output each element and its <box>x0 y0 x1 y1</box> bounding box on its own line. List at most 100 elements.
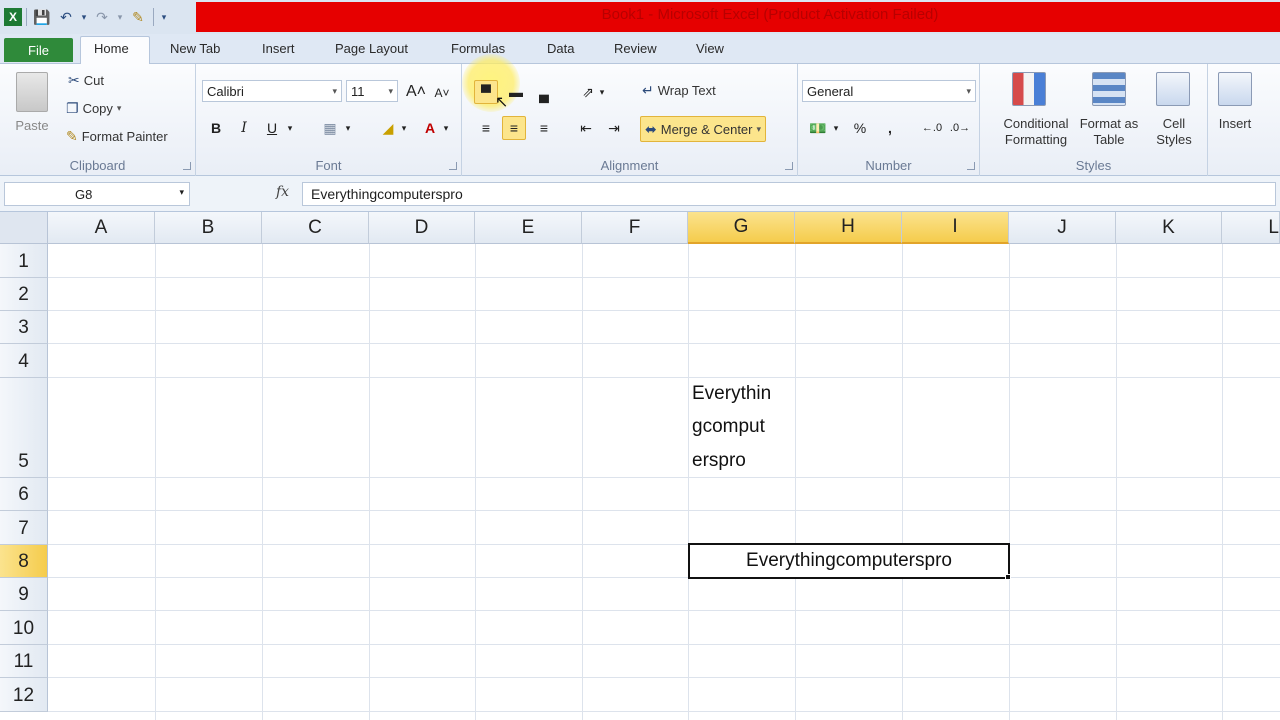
fill-color-dropdown-icon[interactable]: ▾ <box>398 116 410 140</box>
cell-g5-line-3[interactable]: erspro <box>692 450 746 472</box>
font-color-dropdown-icon[interactable]: ▾ <box>440 116 452 140</box>
worksheet-grid[interactable]: A B C D E F G H I J K L 1 2 3 4 5 6 7 8 … <box>0 212 1280 720</box>
number-format-combo[interactable]: General ▾ <box>802 80 976 102</box>
row-header-1[interactable]: 1 <box>0 244 48 278</box>
row-header-9[interactable]: 9 <box>0 578 48 611</box>
tab-insert[interactable]: Insert <box>262 41 295 56</box>
copy-button[interactable]: ❐ Copy ▾ <box>66 100 121 117</box>
column-header-g[interactable]: G <box>688 212 795 244</box>
column-header-d[interactable]: D <box>369 212 475 244</box>
row-header-6[interactable]: 6 <box>0 478 48 511</box>
paste-button[interactable]: Paste <box>6 118 58 134</box>
tab-formulas[interactable]: Formulas <box>451 41 505 56</box>
alignment-launcher-icon[interactable] <box>785 162 793 170</box>
undo-icon[interactable]: ↶ <box>55 6 77 28</box>
insert-function-button[interactable]: fx <box>276 184 289 200</box>
cell-g5-line-2[interactable]: gcomput <box>692 416 765 438</box>
format-painter-qat-icon[interactable]: ✎ <box>127 6 149 28</box>
row-header-5[interactable]: 5 <box>0 378 48 478</box>
borders-icon[interactable]: ▦ <box>318 116 342 140</box>
align-right-icon[interactable]: ≡ <box>532 116 556 140</box>
fill-color-icon[interactable]: ◢ <box>376 116 400 140</box>
tab-new-tab[interactable]: New Tab <box>170 41 220 56</box>
row-header-4[interactable]: 4 <box>0 344 48 378</box>
orientation-dropdown-icon[interactable]: ▾ <box>596 80 608 104</box>
format-as-table-icon[interactable] <box>1092 72 1126 106</box>
conditional-formatting-button[interactable]: Conditional Formatting <box>986 116 1086 148</box>
column-header-c[interactable]: C <box>262 212 369 244</box>
merge-center-dropdown-icon[interactable]: ▾ <box>757 124 762 135</box>
column-header-f[interactable]: F <box>582 212 688 244</box>
cut-button[interactable]: ✂ Cut <box>68 72 104 89</box>
column-header-k[interactable]: K <box>1116 212 1222 244</box>
redo-dropdown-icon[interactable]: ▾ <box>115 6 125 28</box>
format-as-table-button[interactable]: Format as Table <box>1076 116 1142 148</box>
column-header-e[interactable]: E <box>475 212 582 244</box>
tab-view[interactable]: View <box>696 41 724 56</box>
percent-style-button[interactable]: % <box>848 116 872 140</box>
row-header-3[interactable]: 3 <box>0 311 48 344</box>
name-box-dropdown-icon[interactable]: ▾ <box>179 187 184 198</box>
align-left-icon[interactable]: ≡ <box>474 116 498 140</box>
font-name-combo[interactable]: Calibri ▾ <box>202 80 342 102</box>
cell-styles-icon[interactable] <box>1156 72 1190 106</box>
top-align-icon[interactable]: ▀ <box>474 80 498 104</box>
decrease-decimal-icon[interactable]: .0→ <box>948 116 972 140</box>
font-launcher-icon[interactable] <box>449 162 457 170</box>
select-all-button[interactable] <box>0 212 48 244</box>
tab-page-layout[interactable]: Page Layout <box>335 41 408 56</box>
column-header-h[interactable]: H <box>795 212 902 244</box>
customize-qat-icon[interactable]: ▾ <box>158 6 170 28</box>
formula-input[interactable]: Everythingcomputerspro <box>302 182 1276 206</box>
tab-home[interactable]: Home <box>94 41 129 56</box>
row-header-12[interactable]: 12 <box>0 678 48 712</box>
column-header-l[interactable]: L <box>1222 212 1280 244</box>
font-size-dropdown-icon[interactable]: ▾ <box>388 86 393 97</box>
column-header-a[interactable]: A <box>48 212 155 244</box>
italic-button[interactable]: I <box>232 116 256 140</box>
format-painter-button[interactable]: ✎ Format Painter <box>66 128 168 145</box>
bottom-align-icon[interactable]: ▄ <box>532 82 556 106</box>
paste-icon[interactable] <box>16 72 48 112</box>
merge-center-button[interactable]: ⬌ Merge & Center ▾ <box>640 116 767 142</box>
merged-cell-g8-i8[interactable]: Everythingcomputerspro <box>688 543 1010 579</box>
bold-button[interactable]: B <box>204 116 228 140</box>
insert-cells-button[interactable]: Insert <box>1210 116 1260 132</box>
column-header-i[interactable]: I <box>902 212 1009 244</box>
accounting-dropdown-icon[interactable]: ▾ <box>830 116 842 140</box>
column-header-b[interactable]: B <box>155 212 262 244</box>
clipboard-launcher-icon[interactable] <box>183 162 191 170</box>
row-header-7[interactable]: 7 <box>0 511 48 545</box>
undo-dropdown-icon[interactable]: ▾ <box>79 6 89 28</box>
increase-decimal-icon[interactable]: ←.0 <box>920 116 944 140</box>
cell-g5-line-1[interactable]: Everythin <box>692 383 771 405</box>
wrap-text-button[interactable]: ↵ Wrap Text <box>642 82 716 99</box>
borders-dropdown-icon[interactable]: ▾ <box>342 116 354 140</box>
row-header-2[interactable]: 2 <box>0 278 48 311</box>
shrink-font-icon[interactable]: A˅ <box>430 81 454 105</box>
row-header-11[interactable]: 11 <box>0 645 48 678</box>
fill-handle[interactable] <box>1005 574 1011 580</box>
middle-align-icon[interactable]: ▬ <box>504 80 528 104</box>
comma-style-icon[interactable]: , <box>878 116 902 140</box>
row-header-8[interactable]: 8 <box>0 545 48 578</box>
font-color-icon[interactable]: A <box>418 116 442 140</box>
copy-dropdown-icon[interactable]: ▾ <box>117 103 122 114</box>
tab-review[interactable]: Review <box>614 41 657 56</box>
tab-data[interactable]: Data <box>547 41 574 56</box>
insert-cells-icon[interactable] <box>1218 72 1252 106</box>
column-header-j[interactable]: J <box>1009 212 1116 244</box>
save-icon[interactable]: 💾 <box>31 6 53 28</box>
name-box[interactable]: G8 ▾ <box>4 182 190 206</box>
font-name-dropdown-icon[interactable]: ▾ <box>332 86 337 97</box>
underline-button[interactable]: U <box>260 116 284 140</box>
font-size-combo[interactable]: 11 ▾ <box>346 80 398 102</box>
conditional-formatting-icon[interactable] <box>1012 72 1046 106</box>
cell-styles-button[interactable]: Cell Styles <box>1146 116 1202 148</box>
tab-file[interactable]: File <box>4 38 73 62</box>
row-header-10[interactable]: 10 <box>0 611 48 645</box>
grow-font-icon[interactable]: A˄ <box>404 80 428 104</box>
accounting-format-icon[interactable]: 💵 <box>806 116 830 140</box>
number-format-dropdown-icon[interactable]: ▾ <box>966 86 971 97</box>
decrease-indent-icon[interactable]: ⇤ <box>574 116 598 140</box>
